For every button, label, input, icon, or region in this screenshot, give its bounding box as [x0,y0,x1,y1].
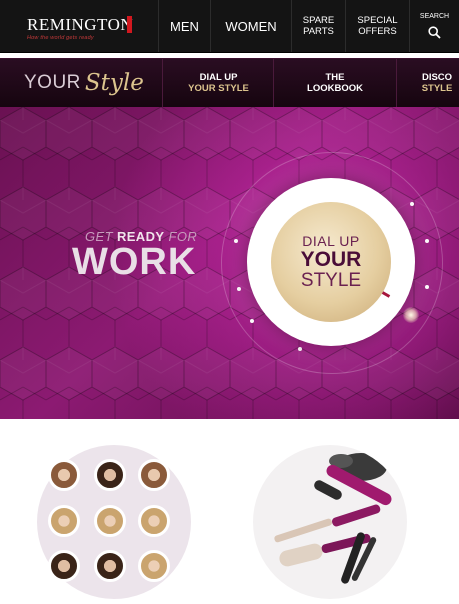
hairstyle-thumbnail[interactable] [138,459,170,491]
dial-dot [250,319,254,323]
tab-dial-line1: DIAL UP [199,72,238,83]
top-navigation: REMINGTON How the world gets ready MEN W… [0,0,459,53]
your-style-subnav: YOUR Style DIAL UP YOUR STYLE THE LOOKBO… [0,58,459,108]
logo-red-bar [127,16,132,33]
tab-disco-line1: DISCO [421,72,453,83]
tab-disco-style[interactable]: DISCO STYLE [397,59,459,107]
dial-glow [403,307,419,323]
dial-dot [298,347,302,351]
dial-dot [425,285,429,289]
remington-logo[interactable]: REMINGTON How the world gets ready [0,0,159,52]
hairstyle-thumbnail[interactable] [138,550,170,582]
tab-look-line2: LOOKBOOK [307,83,363,94]
styling-tools-image [274,453,392,584]
tab-dial-up-your-style[interactable]: DIAL UP YOUR STYLE [164,59,274,107]
logo-tagline: How the world gets ready [27,35,94,41]
nav-men[interactable]: MEN [159,0,211,52]
hero-banner: GET READY FOR WORK DIAL UP YOUR STYLE [0,107,459,419]
dial-line3: STYLE [300,270,362,291]
styling-tools-tile[interactable] [253,445,407,599]
your-style-your: YOUR [24,72,81,93]
dial-up-your-style-button[interactable]: DIAL UP YOUR STYLE [271,202,391,322]
nav-special-offers[interactable]: SPECIAL OFFERS [346,0,410,52]
dial-dot [425,239,429,243]
hairstyle-thumbnail[interactable] [94,459,126,491]
dial-dot [234,239,238,243]
hairstyle-thumbnail[interactable] [48,505,80,537]
your-style-logo[interactable]: YOUR Style [0,59,163,107]
nav-offers-line1: SPECIAL [357,15,398,26]
dial-line1: DIAL UP [302,233,360,249]
dial-line2: YOUR [300,248,362,271]
nav-spare-line1: SPARE [302,15,335,26]
dial-dot [410,202,414,206]
tab-the-lookbook[interactable]: THE LOOKBOOK [274,59,397,107]
hairstyle-thumbnail[interactable] [94,505,126,537]
tab-look-line1: THE [325,72,345,83]
hairstyle-thumbnail[interactable] [48,459,80,491]
dial-dot [237,287,241,291]
search-icon [428,26,441,39]
hairstyle-thumbnail[interactable] [138,505,170,537]
your-style-style: Style [84,70,144,96]
tab-disco-line2: STYLE [421,83,453,94]
logo-wordmark: REMINGTON [27,15,134,34]
lookbook-faces-tile[interactable] [37,445,191,599]
nav-spare-line2: PARTS [303,26,334,37]
nav-spare-parts[interactable]: SPARE PARTS [292,0,346,52]
search-label: SEARCH [419,13,450,20]
nav-offers-line2: OFFERS [358,26,397,37]
hairstyle-thumbnail[interactable] [94,550,126,582]
tab-dial-line2: YOUR STYLE [188,83,249,94]
hero-work-heading: WORK [72,241,197,283]
search-button[interactable]: SEARCH [410,0,459,52]
hairstyle-thumbnail[interactable] [48,550,80,582]
nav-women[interactable]: WOMEN [211,0,292,52]
